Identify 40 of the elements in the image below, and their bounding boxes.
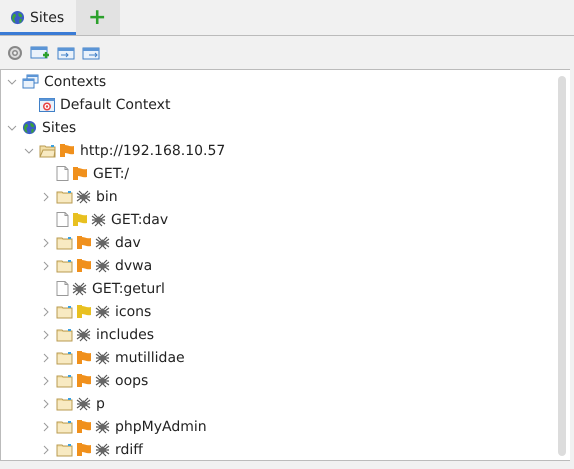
folder-icon: [56, 442, 73, 456]
file-icon: [56, 281, 69, 296]
folder-icon: [39, 144, 56, 158]
tree-node-label[interactable]: p: [96, 396, 105, 412]
tree-node-label[interactable]: icons: [115, 304, 152, 320]
new-context-icon[interactable]: [30, 44, 50, 61]
tree-node-label[interactable]: GET:dav: [111, 212, 168, 228]
tree-node-label[interactable]: oops: [115, 372, 148, 388]
target-icon[interactable]: [7, 44, 23, 60]
folder-icon: [56, 420, 73, 434]
folder-icon: [56, 350, 73, 364]
tree-node-label[interactable]: mutillidae: [115, 350, 185, 366]
folder-icon: [56, 304, 73, 318]
tree-node-label[interactable]: includes: [96, 326, 154, 342]
scrollbar[interactable]: [558, 76, 566, 456]
tree-node-label[interactable]: Contexts: [44, 74, 106, 90]
tree-node-label[interactable]: GET:/: [93, 166, 130, 182]
tree-node-label[interactable]: rdiff: [115, 442, 143, 458]
globe-icon: [22, 120, 37, 135]
tree-node-label[interactable]: dvwa: [115, 258, 152, 274]
folder-icon: [56, 190, 73, 204]
globe-icon: [10, 10, 25, 25]
export-context-icon[interactable]: [82, 44, 100, 60]
tree-node-label[interactable]: phpMyAdmin: [115, 418, 207, 434]
import-context-icon[interactable]: [57, 44, 75, 60]
folder-icon: [56, 396, 73, 410]
windows-icon: [22, 74, 39, 89]
tree-node-label[interactable]: bin: [96, 188, 118, 204]
folder-icon: [56, 258, 73, 272]
file-icon: [56, 212, 69, 227]
folder-icon: [56, 236, 73, 250]
tree-node-label[interactable]: Sites: [42, 120, 76, 136]
file-icon: [56, 166, 69, 181]
folder-icon: [56, 328, 73, 342]
tree-node-label[interactable]: Default Context: [60, 96, 170, 112]
tree-node-label[interactable]: dav: [115, 234, 141, 250]
folder-icon: [56, 374, 73, 388]
target-window-icon: [39, 98, 55, 112]
tree-node-label[interactable]: GET:geturl: [92, 280, 165, 296]
tree-node-label[interactable]: http://192.168.10.57: [80, 142, 226, 158]
